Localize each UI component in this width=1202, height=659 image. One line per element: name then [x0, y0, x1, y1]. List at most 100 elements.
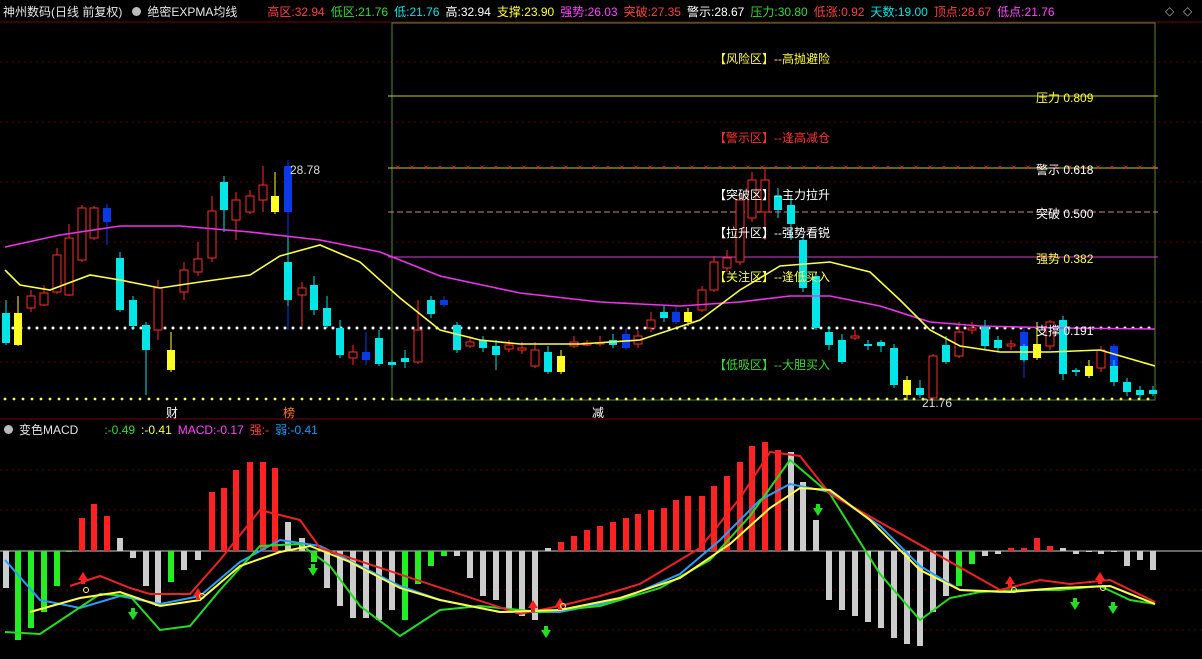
- bottom-dot-118: [1065, 397, 1069, 401]
- candle-2: [26, 290, 36, 312]
- macd-bar-59: [762, 442, 768, 551]
- candle-27: [336, 320, 344, 358]
- macd-bar-38: [493, 551, 499, 600]
- macd-name[interactable]: 变色MACD: [19, 421, 78, 438]
- high-price-label: 28.78: [290, 163, 321, 177]
- candle-25: [310, 276, 318, 315]
- x-mark-11: ×: [550, 163, 555, 172]
- zone-risk: 【风险区】--高抛避险: [714, 52, 830, 66]
- stat-value-0: -0.49: [107, 422, 136, 437]
- macd-bar-75: [969, 551, 975, 564]
- macd-bar-35: [454, 551, 460, 556]
- macd-bar-73: [943, 551, 949, 596]
- candle-17: [220, 176, 228, 232]
- macd-bar-87: [1124, 551, 1130, 566]
- candle-body-37: [465, 341, 475, 347]
- price-chart[interactable]: × × × × × × × × × × × × × × × × × × × × × × × × × × × × × × × × × × × × × × × ×…: [0, 0, 1202, 420]
- bottom-dot-88: [795, 397, 799, 401]
- candle-body-18: [231, 199, 241, 221]
- candle-body-52: [660, 312, 668, 318]
- macd-bar-58: [749, 446, 755, 551]
- support-dot-44: [355, 326, 359, 330]
- support-dot-73: [587, 326, 591, 330]
- candle-body-6: [77, 207, 87, 261]
- bottom-dot-33: [300, 397, 304, 401]
- bottom-dot-110: [993, 397, 997, 401]
- candle-body-90: [1123, 382, 1131, 392]
- x-mark-3: ×: [438, 163, 443, 172]
- candle-body-66: [838, 340, 846, 362]
- candle-body-76: [967, 327, 977, 331]
- bottom-dot-30: [273, 397, 277, 401]
- macd-bar-28: [363, 551, 369, 618]
- support-dot-109: [875, 326, 879, 330]
- macd-bar-44: [571, 536, 577, 551]
- support-dot-95: [763, 326, 767, 330]
- macd-bar-9: [117, 538, 123, 551]
- macd-bar-23: [299, 538, 305, 551]
- candle-body-5: [64, 237, 74, 296]
- bottom-dot-98: [885, 397, 889, 401]
- macd-bar-82: [1060, 548, 1066, 551]
- bottom-dot-70: [633, 397, 637, 401]
- x-mark-7: ×: [494, 163, 499, 172]
- macd-bar-69: [891, 551, 897, 638]
- support-dot-27: [219, 326, 223, 330]
- bottom-dot-94: [849, 397, 853, 401]
- bottom-dot-8: [75, 397, 79, 401]
- ema-short-line: [4, 244, 1156, 367]
- bottom-dot-73: [660, 397, 664, 401]
- candle-30: [375, 330, 383, 366]
- bottom-dot-31: [282, 397, 286, 401]
- zone-buy: 【低吸区】--大胆买入: [714, 358, 830, 372]
- x-mark-9: ×: [522, 163, 527, 172]
- support-dot-41: [331, 326, 335, 330]
- support-dot-38: [307, 326, 311, 330]
- macd-bar-55: [711, 486, 717, 551]
- candle-body-82: [1033, 344, 1041, 358]
- candle-body-74: [942, 345, 950, 362]
- macd-bar-39: [506, 551, 512, 610]
- x-mark-4: ×: [452, 163, 457, 172]
- bottom-dot-10: [93, 397, 97, 401]
- support-dot-33: [267, 326, 271, 330]
- macd-bar-19: [247, 462, 253, 551]
- support-dot-112: [899, 326, 903, 330]
- support-dot-99: [795, 326, 799, 330]
- candle-body-11: [142, 325, 150, 350]
- candle-45: [569, 336, 579, 348]
- bottom-dot-48: [435, 397, 439, 401]
- macd-bar-16: [209, 492, 215, 551]
- macd-bar-36: [467, 551, 473, 578]
- level-support: 支撑 0.191: [1036, 324, 1094, 338]
- bottom-dot-80: [723, 397, 727, 401]
- candle-body-13: [167, 350, 175, 370]
- candle-77: [981, 320, 989, 350]
- candle-body-55: [697, 289, 707, 311]
- candle-body-21: [271, 196, 279, 212]
- macd-toggle-icon[interactable]: [4, 424, 13, 434]
- candle-19: [245, 190, 255, 214]
- bottom-dot-13: [120, 397, 124, 401]
- candle-body-70: [890, 348, 898, 385]
- candle-42: [530, 342, 540, 368]
- cross-marker-4: [1100, 585, 1106, 591]
- support-dot-62: [499, 326, 503, 330]
- candle-body-16: [207, 210, 217, 259]
- candle-23: [284, 236, 292, 306]
- macd-bar-68: [878, 551, 884, 628]
- candle-79: [1006, 340, 1016, 350]
- macd-bar-8: [104, 516, 110, 551]
- macd-bar-25: [324, 551, 330, 588]
- buy-arrow-icon-0: [78, 572, 88, 584]
- support-dot-26: [211, 326, 215, 330]
- candle-body-68: [864, 344, 872, 346]
- support-dot-34: [275, 326, 279, 330]
- support-dot-20: [163, 326, 167, 330]
- cross-marker-1: [199, 593, 205, 599]
- candle-body-85: [1072, 370, 1080, 372]
- macd-bar-7: [91, 504, 97, 551]
- bottom-dot-100: [903, 397, 907, 401]
- x-mark-36: ×: [900, 163, 905, 172]
- macd-bar-17: [221, 488, 227, 551]
